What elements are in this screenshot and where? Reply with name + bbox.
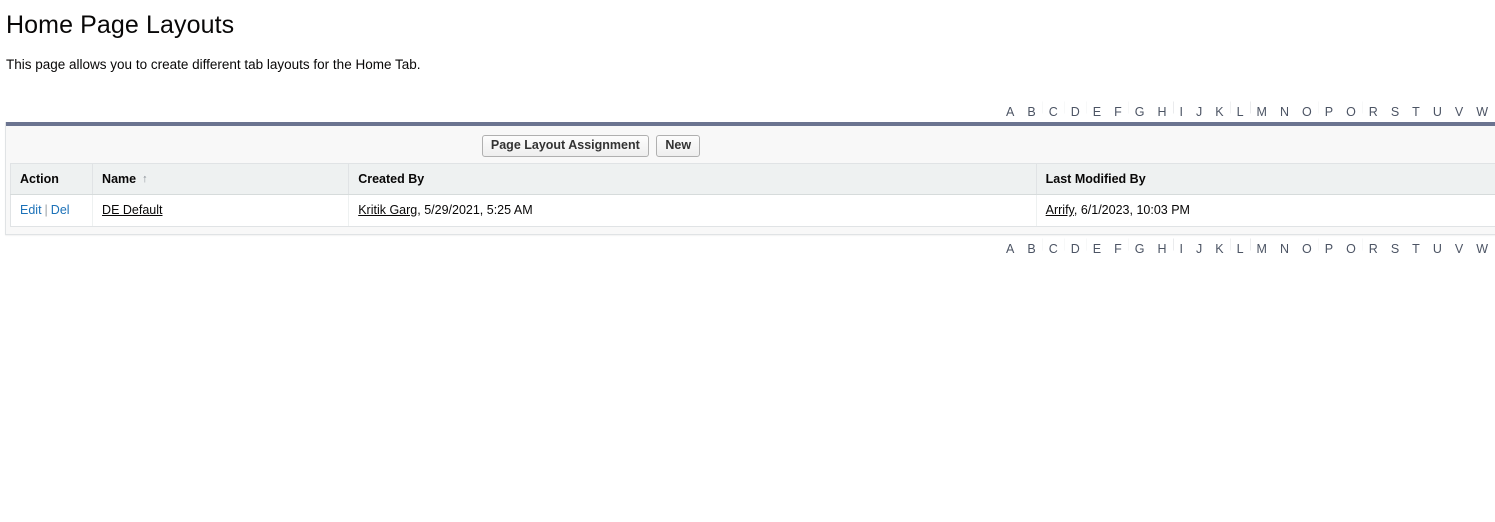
column-header-last-modified-by-label: Last Modified By xyxy=(1045,172,1146,186)
created-by-date: , 5/29/2021, 5:25 AM xyxy=(417,203,533,217)
alphabet-filter-letter-v[interactable]: V xyxy=(1449,240,1469,253)
column-header-created-by[interactable]: Created By xyxy=(348,163,1037,195)
list-table-wrapper: Action Name ↑ Created By Last Modified By xyxy=(6,163,1495,234)
alphabet-filter-letter-k[interactable]: K xyxy=(1209,103,1229,116)
alphabet-filter-letter-j[interactable]: J xyxy=(1190,240,1208,253)
table-body: Edit | Del DE Default Kritik Garg, 5/29/20… xyxy=(10,194,1495,227)
alphabet-filter-letter-r[interactable]: R xyxy=(1363,103,1384,116)
new-button[interactable]: New xyxy=(656,135,701,157)
alphabet-filter-letter-q[interactable]: Q xyxy=(1340,240,1362,253)
alphabet-filter-top: A|B|C|D|E|F|G|H|I|J|K|L|M|N|O|P|Q|R|S|T|… xyxy=(0,98,1495,116)
table-header-row: Action Name ↑ Created By Last Modified By xyxy=(10,163,1495,195)
alphabet-filter-letter-f[interactable]: F xyxy=(1108,240,1128,253)
column-header-last-modified-by[interactable]: Last Modified By xyxy=(1036,163,1495,195)
alphabet-filter-letter-h[interactable]: H xyxy=(1151,103,1172,116)
alphabet-filter-letter-u[interactable]: U xyxy=(1427,103,1448,116)
alphabet-filter-letter-v[interactable]: V xyxy=(1449,103,1469,116)
alphabet-filter-letter-m[interactable]: M xyxy=(1251,103,1273,116)
alphabet-filter-letter-g[interactable]: G xyxy=(1129,240,1151,253)
alphabet-filter-bottom: A|B|C|D|E|F|G|H|I|J|K|L|M|N|O|P|Q|R|S|T|… xyxy=(0,235,1495,253)
cell-action: Edit | Del xyxy=(10,194,94,227)
page-title: Home Page Layouts xyxy=(6,11,235,39)
alphabet-filter-letter-d[interactable]: D xyxy=(1065,103,1086,116)
last-modified-by-user-link[interactable]: Arrify xyxy=(1046,203,1074,217)
alphabet-filter-letter-o[interactable]: O xyxy=(1296,240,1318,253)
alphabet-filter-letter-e[interactable]: E xyxy=(1087,103,1107,116)
delete-link[interactable]: Del xyxy=(51,203,70,217)
sort-ascending-arrow-icon: ↑ xyxy=(142,173,148,185)
alphabet-filter-letter-d[interactable]: D xyxy=(1065,240,1086,253)
edit-link[interactable]: Edit xyxy=(20,203,42,217)
alphabet-filter-letter-m[interactable]: M xyxy=(1251,240,1273,253)
column-header-created-by-label: Created By xyxy=(358,172,425,186)
alphabet-filter-letter-r[interactable]: R xyxy=(1363,240,1384,253)
column-header-name-label: Name xyxy=(102,172,137,186)
cell-name: DE Default xyxy=(92,194,350,227)
alphabet-filter-letter-e[interactable]: E xyxy=(1087,240,1107,253)
alphabet-filter-letter-w[interactable]: W xyxy=(1470,240,1494,253)
page-layout-assignment-button[interactable]: Page Layout Assignment xyxy=(481,135,649,157)
alphabet-filter-letter-n[interactable]: N xyxy=(1274,240,1295,253)
alphabet-filter-letter-l[interactable]: L xyxy=(1231,103,1250,116)
alphabet-filter-letter-a[interactable]: A xyxy=(1000,103,1020,116)
home-page-layouts-table: Action Name ↑ Created By Last Modified By xyxy=(10,163,1495,227)
cell-last-modified-by: Arrify, 6/1/2023, 10:03 PM xyxy=(1036,194,1495,227)
alphabet-filter-letter-i[interactable]: I xyxy=(1174,240,1189,253)
last-modified-by-date: , 6/1/2023, 10:03 PM xyxy=(1073,203,1190,217)
column-header-name[interactable]: Name ↑ xyxy=(92,163,350,195)
alphabet-filter-letter-s[interactable]: S xyxy=(1385,103,1405,116)
alphabet-filter-letter-t[interactable]: T xyxy=(1406,240,1426,253)
alphabet-filter-letter-l[interactable]: L xyxy=(1231,240,1250,253)
alphabet-filter-letter-b[interactable]: B xyxy=(1021,240,1041,253)
column-header-action[interactable]: Action xyxy=(10,163,94,195)
alphabet-filter-letter-f[interactable]: F xyxy=(1108,103,1128,116)
alphabet-filter-links: A|B|C|D|E|F|G|H|I|J|K|L|M|N|O|P|Q|R|S|T|… xyxy=(1000,98,1495,116)
alphabet-filter-letter-k[interactable]: K xyxy=(1209,240,1229,253)
list-panel: Page Layout Assignment New Action Name ↑… xyxy=(5,122,1495,235)
alphabet-filter-letter-o[interactable]: O xyxy=(1296,103,1318,116)
alphabet-filter-letter-w[interactable]: W xyxy=(1470,103,1494,116)
table-row: Edit | Del DE Default Kritik Garg, 5/29/20… xyxy=(10,194,1495,227)
layout-name-link[interactable]: DE Default xyxy=(102,203,162,217)
alphabet-filter-letter-j[interactable]: J xyxy=(1190,103,1208,116)
alphabet-filter-letter-u[interactable]: U xyxy=(1427,240,1448,253)
alphabet-filter-letter-p[interactable]: P xyxy=(1319,240,1339,253)
alphabet-filter-letter-a[interactable]: A xyxy=(1000,240,1020,253)
alphabet-filter-letter-i[interactable]: I xyxy=(1174,103,1189,116)
alphabet-filter-links: A|B|C|D|E|F|G|H|I|J|K|L|M|N|O|P|Q|R|S|T|… xyxy=(1000,235,1495,253)
alphabet-filter-letter-s[interactable]: S xyxy=(1385,240,1405,253)
page-description: This page allows you to create different… xyxy=(6,57,421,72)
created-by-user-link[interactable]: Kritik Garg xyxy=(358,203,417,217)
home-page-layouts-page: Home Page Layouts This page allows you t… xyxy=(0,0,1495,522)
alphabet-filter-letter-h[interactable]: H xyxy=(1151,240,1172,253)
alphabet-filter-letter-g[interactable]: G xyxy=(1129,103,1151,116)
action-separator: | xyxy=(44,203,48,217)
list-button-bar: Page Layout Assignment New xyxy=(6,126,1495,163)
alphabet-filter-letter-q[interactable]: Q xyxy=(1340,103,1362,116)
alphabet-filter-letter-b[interactable]: B xyxy=(1021,103,1041,116)
alphabet-filter-letter-p[interactable]: P xyxy=(1319,103,1339,116)
column-header-action-label: Action xyxy=(20,172,59,186)
alphabet-filter-letter-t[interactable]: T xyxy=(1406,103,1426,116)
alphabet-filter-letter-c[interactable]: C xyxy=(1043,103,1064,116)
cell-created-by: Kritik Garg, 5/29/2021, 5:25 AM xyxy=(348,194,1037,227)
table-header: Action Name ↑ Created By Last Modified By xyxy=(10,163,1495,195)
list-button-group: Page Layout Assignment New xyxy=(6,135,1176,157)
alphabet-filter-letter-n[interactable]: N xyxy=(1274,103,1295,116)
alphabet-filter-letter-c[interactable]: C xyxy=(1043,240,1064,253)
